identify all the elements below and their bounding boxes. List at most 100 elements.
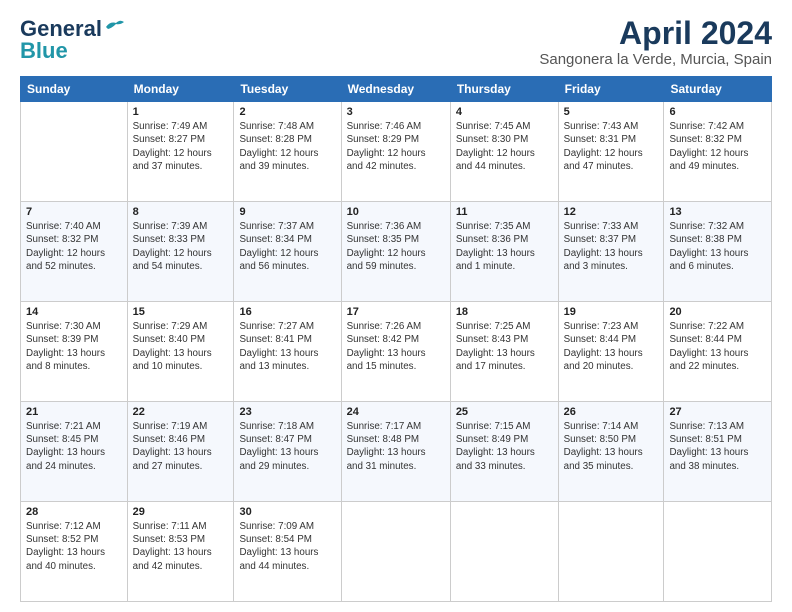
calendar-day-cell: 10 Sunrise: 7:36 AM Sunset: 8:35 PM Dayli…: [341, 202, 450, 302]
calendar-day-cell: [341, 502, 450, 602]
day-number: 7: [26, 206, 122, 218]
day-info: Sunrise: 7:13 AM Sunset: 8:51 PM Dayligh…: [669, 420, 766, 473]
day-number: 27: [669, 406, 766, 418]
logo: General Blue: [20, 16, 126, 64]
day-number: 23: [239, 406, 335, 418]
logo-blue-text: Blue: [20, 38, 68, 64]
day-number: 14: [26, 306, 122, 318]
day-number: 2: [239, 106, 335, 118]
calendar-day-cell: 26Sunrise: 7:14 AM Sunset: 8:50 PM Dayli…: [558, 402, 664, 502]
day-info: Sunrise: 7:19 AM Sunset: 8:46 PM Dayligh…: [133, 420, 229, 473]
day-info: Sunrise: 7:32 AM Sunset: 8:38 PM Dayligh…: [669, 220, 766, 273]
day-info: Sunrise: 7:49 AM Sunset: 8:27 PM Dayligh…: [133, 120, 229, 173]
day-number: 30: [239, 506, 335, 518]
calendar-day-cell: 1 Sunrise: 7:49 AM Sunset: 8:27 PM Daylig…: [127, 102, 234, 202]
day-number: 1: [133, 106, 229, 118]
calendar-day-cell: 25 Sunrise: 7:15 AM Sunset: 8:49 PM Dayli…: [450, 402, 558, 502]
day-info: Sunrise: 7:27 AM Sunset: 8:41 PM Dayligh…: [239, 320, 335, 373]
col-monday: Monday: [127, 77, 234, 102]
day-info: Sunrise: 7:18 AM Sunset: 8:47 PM Dayligh…: [239, 420, 335, 473]
calendar-day-cell: 29Sunrise: 7:11 AM Sunset: 8:53 PM Dayli…: [127, 502, 234, 602]
col-sunday: Sunday: [21, 77, 128, 102]
day-number: 6: [669, 106, 766, 118]
day-info: Sunrise: 7:23 AM Sunset: 8:44 PM Dayligh…: [564, 320, 659, 373]
day-number: 29: [133, 506, 229, 518]
day-number: 9: [239, 206, 335, 218]
calendar-day-cell: [450, 502, 558, 602]
day-number: 17: [347, 306, 445, 318]
calendar-day-cell: [664, 502, 772, 602]
day-number: 4: [456, 106, 553, 118]
day-number: 3: [347, 106, 445, 118]
day-number: 13: [669, 206, 766, 218]
calendar-day-cell: 21 Sunrise: 7:21 AM Sunset: 8:45 PM Dayli…: [21, 402, 128, 502]
calendar-day-cell: 27 Sunrise: 7:13 AM Sunset: 8:51 PM Dayli…: [664, 402, 772, 502]
day-number: 18: [456, 306, 553, 318]
subtitle: Sangonera la Verde, Murcia, Spain: [539, 51, 772, 68]
calendar-day-cell: 24 Sunrise: 7:17 AM Sunset: 8:48 PM Dayli…: [341, 402, 450, 502]
day-info: Sunrise: 7:26 AM Sunset: 8:42 PM Dayligh…: [347, 320, 445, 373]
calendar-week-row: 7 Sunrise: 7:40 AM Sunset: 8:32 PM Daylig…: [21, 202, 772, 302]
day-info: Sunrise: 7:39 AM Sunset: 8:33 PM Dayligh…: [133, 220, 229, 273]
day-info: Sunrise: 7:48 AM Sunset: 8:28 PM Dayligh…: [239, 120, 335, 173]
main-title: April 2024: [539, 16, 772, 51]
calendar-day-cell: 14Sunrise: 7:30 AM Sunset: 8:39 PM Dayli…: [21, 302, 128, 402]
day-info: Sunrise: 7:46 AM Sunset: 8:29 PM Dayligh…: [347, 120, 445, 173]
title-block: April 2024 Sangonera la Verde, Murcia, S…: [539, 16, 772, 68]
calendar-day-cell: 18Sunrise: 7:25 AM Sunset: 8:43 PM Dayli…: [450, 302, 558, 402]
calendar-day-cell: [21, 102, 128, 202]
day-number: 11: [456, 206, 553, 218]
day-number: 21: [26, 406, 122, 418]
calendar-day-cell: 7 Sunrise: 7:40 AM Sunset: 8:32 PM Daylig…: [21, 202, 128, 302]
day-info: Sunrise: 7:43 AM Sunset: 8:31 PM Dayligh…: [564, 120, 659, 173]
calendar-header-row: Sunday Monday Tuesday Wednesday Thursday…: [21, 77, 772, 102]
day-info: Sunrise: 7:42 AM Sunset: 8:32 PM Dayligh…: [669, 120, 766, 173]
calendar-table: Sunday Monday Tuesday Wednesday Thursday…: [20, 76, 772, 602]
calendar-day-cell: 23 Sunrise: 7:18 AM Sunset: 8:47 PM Dayli…: [234, 402, 341, 502]
day-info: Sunrise: 7:36 AM Sunset: 8:35 PM Dayligh…: [347, 220, 445, 273]
day-number: 10: [347, 206, 445, 218]
calendar-day-cell: 3 Sunrise: 7:46 AM Sunset: 8:29 PM Daylig…: [341, 102, 450, 202]
day-info: Sunrise: 7:22 AM Sunset: 8:44 PM Dayligh…: [669, 320, 766, 373]
calendar-day-cell: 12 Sunrise: 7:33 AM Sunset: 8:37 PM Dayli…: [558, 202, 664, 302]
calendar-day-cell: 19 Sunrise: 7:23 AM Sunset: 8:44 PM Dayli…: [558, 302, 664, 402]
day-info: Sunrise: 7:33 AM Sunset: 8:37 PM Dayligh…: [564, 220, 659, 273]
day-number: 12: [564, 206, 659, 218]
calendar-day-cell: 9 Sunrise: 7:37 AM Sunset: 8:34 PM Daylig…: [234, 202, 341, 302]
day-number: 24: [347, 406, 445, 418]
day-number: 19: [564, 306, 659, 318]
calendar-day-cell: 15 Sunrise: 7:29 AM Sunset: 8:40 PM Dayli…: [127, 302, 234, 402]
calendar-day-cell: 30Sunrise: 7:09 AM Sunset: 8:54 PM Dayli…: [234, 502, 341, 602]
calendar-day-cell: 6 Sunrise: 7:42 AM Sunset: 8:32 PM Daylig…: [664, 102, 772, 202]
col-thursday: Thursday: [450, 77, 558, 102]
day-info: Sunrise: 7:29 AM Sunset: 8:40 PM Dayligh…: [133, 320, 229, 373]
logo-bird-icon: [104, 19, 126, 35]
day-info: Sunrise: 7:40 AM Sunset: 8:32 PM Dayligh…: [26, 220, 122, 273]
day-number: 26: [564, 406, 659, 418]
calendar-day-cell: 8Sunrise: 7:39 AM Sunset: 8:33 PM Daylig…: [127, 202, 234, 302]
day-number: 15: [133, 306, 229, 318]
day-number: 28: [26, 506, 122, 518]
calendar-day-cell: 20 Sunrise: 7:22 AM Sunset: 8:44 PM Dayli…: [664, 302, 772, 402]
day-number: 20: [669, 306, 766, 318]
day-info: Sunrise: 7:12 AM Sunset: 8:52 PM Dayligh…: [26, 520, 122, 573]
calendar-day-cell: 5Sunrise: 7:43 AM Sunset: 8:31 PM Daylig…: [558, 102, 664, 202]
calendar-day-cell: 2 Sunrise: 7:48 AM Sunset: 8:28 PM Daylig…: [234, 102, 341, 202]
day-info: Sunrise: 7:45 AM Sunset: 8:30 PM Dayligh…: [456, 120, 553, 173]
col-friday: Friday: [558, 77, 664, 102]
calendar-week-row: 1 Sunrise: 7:49 AM Sunset: 8:27 PM Daylig…: [21, 102, 772, 202]
day-info: Sunrise: 7:15 AM Sunset: 8:49 PM Dayligh…: [456, 420, 553, 473]
col-wednesday: Wednesday: [341, 77, 450, 102]
day-info: Sunrise: 7:37 AM Sunset: 8:34 PM Dayligh…: [239, 220, 335, 273]
calendar-day-cell: 11Sunrise: 7:35 AM Sunset: 8:36 PM Dayli…: [450, 202, 558, 302]
calendar-day-cell: [558, 502, 664, 602]
day-info: Sunrise: 7:17 AM Sunset: 8:48 PM Dayligh…: [347, 420, 445, 473]
day-number: 16: [239, 306, 335, 318]
calendar-day-cell: 17 Sunrise: 7:26 AM Sunset: 8:42 PM Dayli…: [341, 302, 450, 402]
calendar-week-row: 28 Sunrise: 7:12 AM Sunset: 8:52 PM Dayli…: [21, 502, 772, 602]
calendar-day-cell: 22Sunrise: 7:19 AM Sunset: 8:46 PM Dayli…: [127, 402, 234, 502]
day-info: Sunrise: 7:21 AM Sunset: 8:45 PM Dayligh…: [26, 420, 122, 473]
day-number: 25: [456, 406, 553, 418]
col-tuesday: Tuesday: [234, 77, 341, 102]
page: General Blue April 2024 Sangonera la Ver…: [0, 0, 792, 612]
